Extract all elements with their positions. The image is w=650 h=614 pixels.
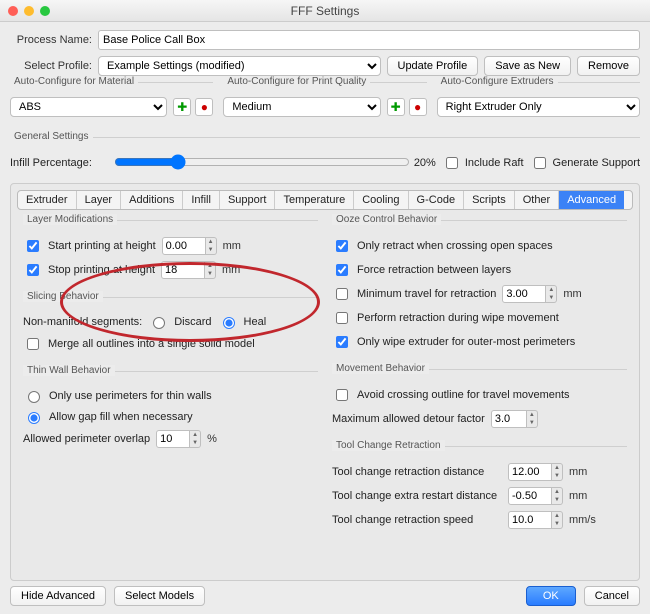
autoconf-quality-label: Auto-Configure for Print Quality [223, 76, 370, 87]
tab-temperature[interactable]: Temperature [275, 191, 354, 209]
generate-support-checkbox[interactable]: Generate Support [530, 154, 640, 172]
window-title: FFF Settings [0, 4, 650, 18]
tc-extra-input[interactable] [508, 487, 552, 505]
remove-icon[interactable]: ● [409, 98, 427, 116]
infill-value: 20% [414, 157, 436, 169]
settings-panel: Extruder Layer Additions Infill Support … [10, 183, 640, 581]
tab-additions[interactable]: Additions [121, 191, 183, 209]
remove-button[interactable]: Remove [577, 56, 640, 76]
process-name-label: Process Name: [10, 34, 92, 46]
start-height-input[interactable] [162, 237, 206, 255]
select-profile-label: Select Profile: [10, 60, 92, 72]
save-as-new-button[interactable]: Save as New [484, 56, 571, 76]
thinwall-title: Thin Wall Behavior [23, 365, 115, 376]
select-models-button[interactable]: Select Models [114, 586, 205, 606]
merge-outlines-checkbox[interactable] [27, 338, 39, 350]
update-profile-button[interactable]: Update Profile [387, 56, 479, 76]
stop-height-label: Stop printing at height [48, 264, 155, 276]
toolchange-title: Tool Change Retraction [332, 440, 445, 451]
add-icon[interactable]: ✚ [387, 98, 405, 116]
autoconf-material-label: Auto-Configure for Material [10, 76, 138, 87]
tc-dist-input[interactable] [508, 463, 552, 481]
layer-mod-title: Layer Modifications [23, 214, 117, 225]
titlebar: FFF Settings [0, 0, 650, 22]
tab-other[interactable]: Other [515, 191, 560, 209]
include-raft-checkbox[interactable]: Include Raft [442, 154, 524, 172]
hide-advanced-button[interactable]: Hide Advanced [10, 586, 106, 606]
gap-fill-radio[interactable] [28, 412, 40, 424]
min-travel-checkbox[interactable] [336, 288, 348, 300]
discard-radio[interactable] [153, 317, 165, 329]
profile-select[interactable]: Example Settings (modified) [98, 56, 381, 76]
tab-scripts[interactable]: Scripts [464, 191, 515, 209]
detour-input[interactable] [491, 410, 527, 428]
tab-bar: Extruder Layer Additions Infill Support … [17, 190, 633, 210]
tab-support[interactable]: Support [220, 191, 276, 209]
detour-label: Maximum allowed detour factor [332, 413, 485, 425]
infill-pct-label: Infill Percentage: [10, 157, 106, 169]
stop-height-input[interactable] [161, 261, 205, 279]
ok-button[interactable]: OK [526, 586, 576, 606]
min-travel-input[interactable] [502, 285, 546, 303]
nonmanifold-label: Non-manifold segments: [23, 316, 142, 328]
force-retract-checkbox[interactable] [336, 264, 348, 276]
retract-open-checkbox[interactable] [336, 240, 348, 252]
heal-radio[interactable] [223, 317, 235, 329]
start-height-checkbox[interactable] [27, 240, 39, 252]
material-select[interactable]: ABS [10, 97, 167, 117]
stop-height-checkbox[interactable] [27, 264, 39, 276]
slicing-title: Slicing Behavior [23, 291, 103, 302]
tab-extruder[interactable]: Extruder [18, 191, 77, 209]
avoid-crossing-checkbox[interactable] [336, 389, 348, 401]
perimeters-only-radio[interactable] [28, 391, 40, 403]
tab-layer[interactable]: Layer [77, 191, 122, 209]
infill-slider[interactable] [114, 154, 410, 170]
tab-cooling[interactable]: Cooling [354, 191, 408, 209]
tab-gcode[interactable]: G-Code [409, 191, 465, 209]
add-icon[interactable]: ✚ [173, 98, 191, 116]
tab-infill[interactable]: Infill [183, 191, 220, 209]
process-name-input[interactable] [98, 30, 640, 50]
ooze-title: Ooze Control Behavior [332, 214, 441, 225]
tab-advanced[interactable]: Advanced [559, 191, 624, 209]
start-height-label: Start printing at height [48, 240, 156, 252]
wipe-retract-checkbox[interactable] [336, 312, 348, 324]
overlap-label: Allowed perimeter overlap [23, 433, 150, 445]
movement-title: Movement Behavior [332, 363, 429, 374]
remove-icon[interactable]: ● [195, 98, 213, 116]
extruders-select[interactable]: Right Extruder Only [437, 97, 640, 117]
wipe-outer-checkbox[interactable] [336, 336, 348, 348]
overlap-input[interactable] [156, 430, 190, 448]
general-settings-label: General Settings [10, 131, 93, 142]
quality-select[interactable]: Medium [223, 97, 380, 117]
tc-speed-input[interactable] [508, 511, 552, 529]
cancel-button[interactable]: Cancel [584, 586, 640, 606]
autoconf-extruders-label: Auto-Configure Extruders [437, 76, 558, 87]
